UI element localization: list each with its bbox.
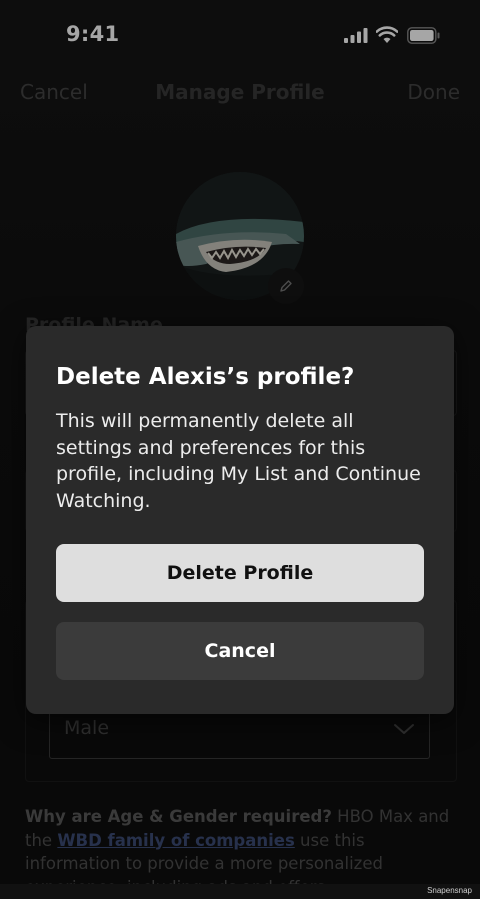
cancel-button[interactable]: Cancel xyxy=(56,622,424,680)
dialog-title: Delete Alexis’s profile? xyxy=(56,364,355,390)
delete-profile-button[interactable]: Delete Profile xyxy=(56,544,424,602)
manage-profile-screen: 9:41 Cancel Manage Profile Done Profile … xyxy=(0,0,480,884)
delete-profile-dialog: Delete Alexis’s profile? This will perma… xyxy=(26,326,454,714)
bottom-strip xyxy=(0,884,480,899)
dialog-message: This will permanently delete all setting… xyxy=(56,410,421,512)
watermark: Snapensnap xyxy=(427,886,472,895)
